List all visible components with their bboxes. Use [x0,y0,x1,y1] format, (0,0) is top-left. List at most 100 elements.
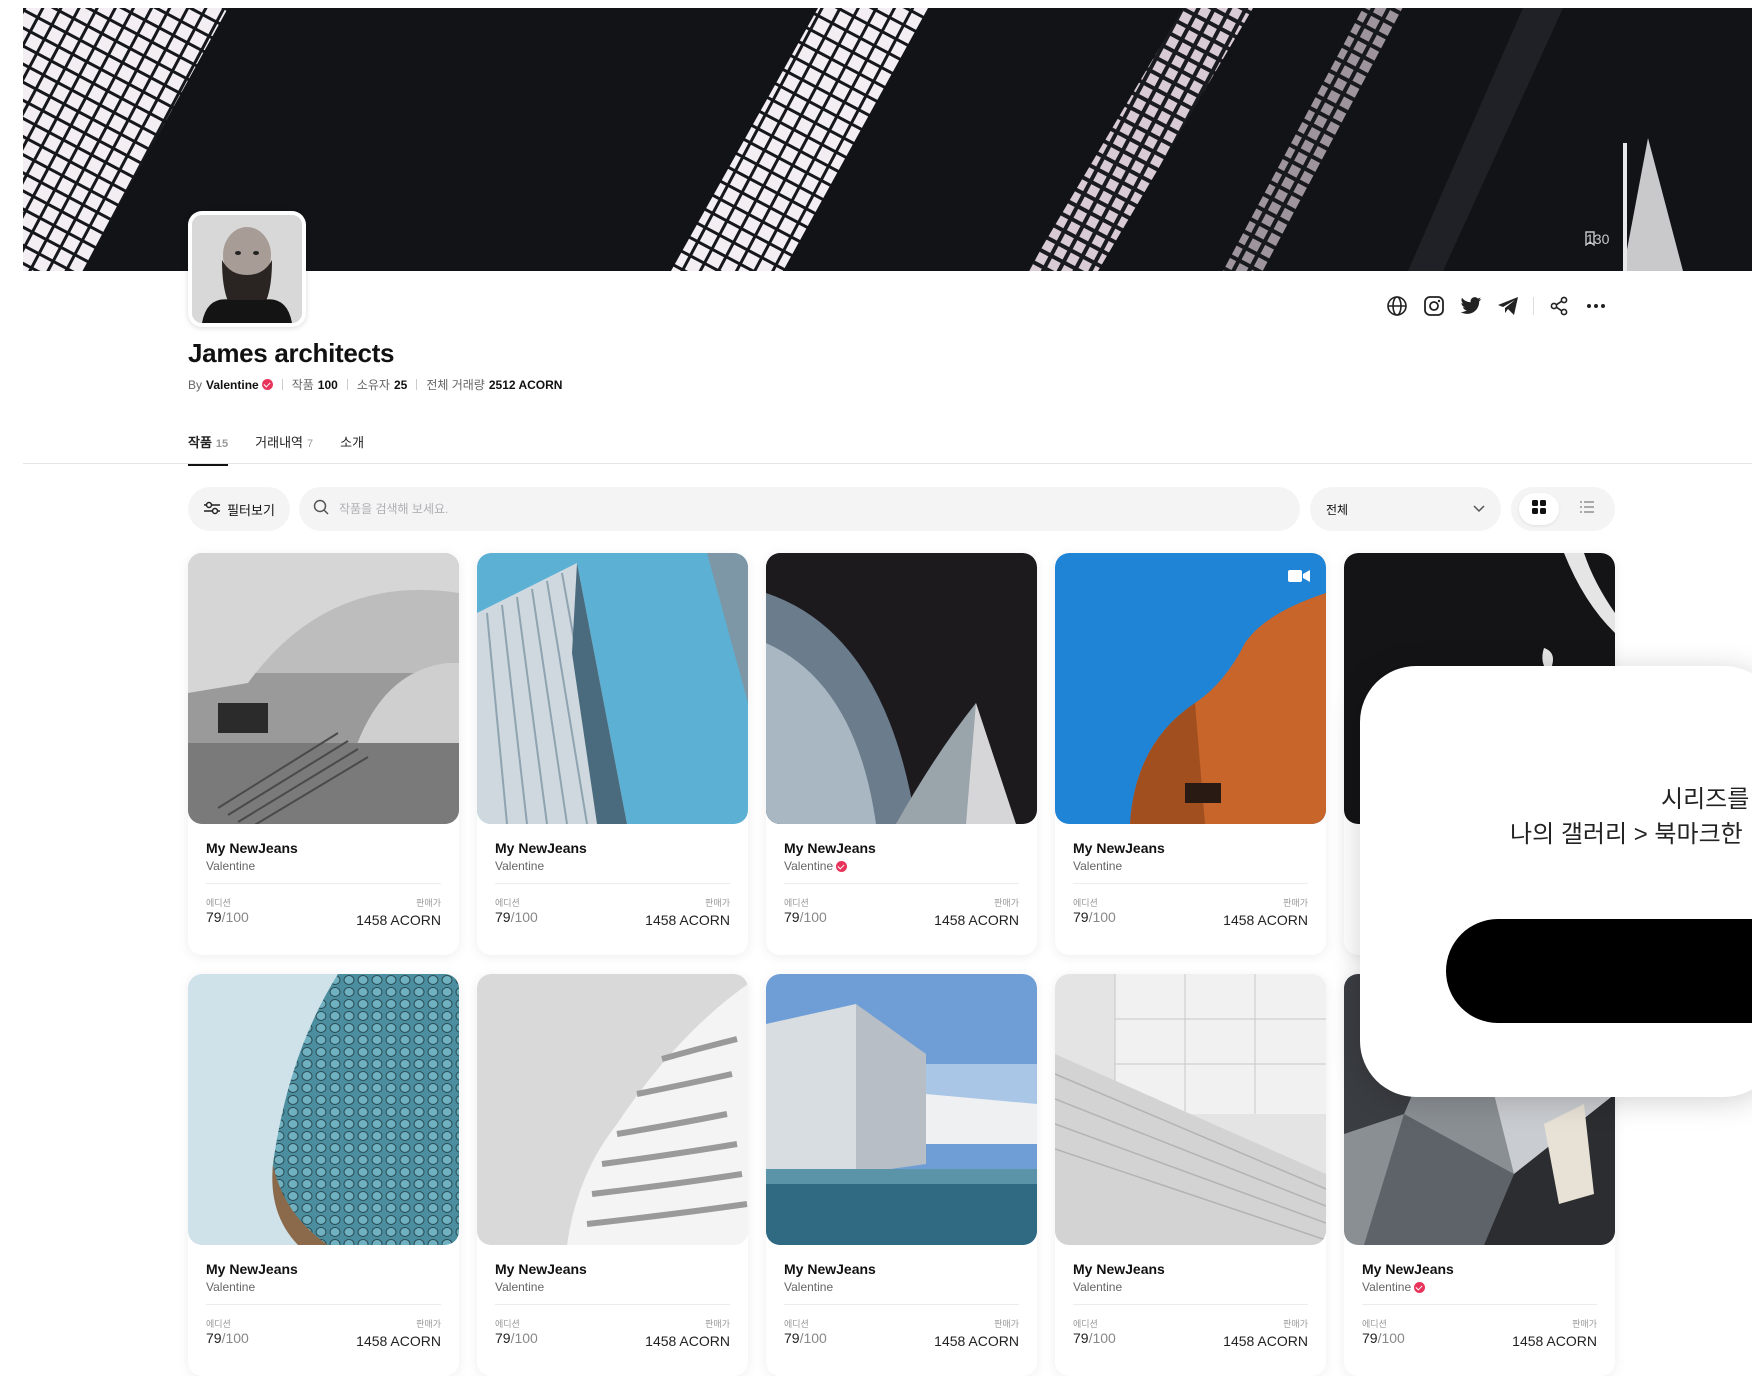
artist-name: Valentine [495,859,545,873]
card-title: My NewJeans [206,1261,298,1277]
search-input[interactable] [337,501,1241,517]
twitter-icon[interactable] [1459,294,1483,318]
works-count: 100 [317,377,338,392]
tab-divider [23,463,1752,464]
price-value: 1458 ACORN [645,1333,730,1349]
tab-count: 7 [307,438,314,450]
edition-label: 에디션 [1073,898,1098,908]
artist-name: Valentine [784,859,834,873]
artwork-card[interactable]: My NewJeans Valentine 에디션 판매가 79/100 145… [766,974,1037,1376]
card-title: My NewJeans [1073,840,1165,856]
card-title: My NewJeans [1362,1261,1454,1277]
price-label: 판매가 [705,898,730,908]
verified-badge-icon [261,379,273,390]
edition-label: 에디션 [206,898,231,908]
card-title: My NewJeans [784,840,876,856]
artist-name: Valentine [1362,1280,1412,1294]
card-title: My NewJeans [495,1261,587,1277]
price-value: 1458 ACORN [934,1333,1019,1349]
edition-value: 79/100 [784,1330,827,1346]
price-label: 판매가 [1283,1319,1308,1329]
price-label: 판매가 [1572,1319,1597,1329]
price-label: 판매가 [1283,898,1308,908]
artwork-card[interactable]: My NewJeans Valentine 에디션 판매가 79/100 145… [188,974,459,1376]
social-links [1385,294,1608,318]
grid-icon [1532,499,1546,519]
filter-label: 필터보기 [227,502,275,518]
edition-value: 79/100 [784,909,827,925]
artwork-card[interactable]: My NewJeans Valentine 에디션 판매가 79/100 145… [188,553,459,955]
grid-view-button[interactable] [1519,493,1559,525]
artwork-card[interactable]: My NewJeans Valentine 에디션 판매가 79/100 145… [1055,553,1326,955]
dialog-message-line-2: 나의 갤러리 > 북마크한 [1510,821,1743,848]
artist-name: Valentine [206,859,256,873]
tab-bar: 작품 15 거래내역 7 소개 [188,432,364,466]
price-label: 판매가 [994,898,1019,908]
edition-value: 79/100 [495,1330,538,1346]
telegram-icon[interactable] [1496,294,1520,318]
artist-name: Valentine [1073,1280,1123,1294]
card-title: My NewJeans [495,840,587,856]
share-icon[interactable] [1547,294,1571,318]
card-artist: Valentine [495,1280,544,1294]
filter-button[interactable]: 필터보기 [188,487,290,531]
artwork-image [1055,553,1326,824]
search-bar [299,487,1300,531]
price-value: 1458 ACORN [356,912,441,928]
globe-icon[interactable] [1385,294,1409,318]
dialog-message-line-1: 시리즈를 [1661,786,1750,813]
artwork-card[interactable]: My NewJeans Valentine 에디션 판매가 79/100 145… [1055,974,1326,1376]
tab-transactions[interactable]: 거래내역 7 [255,432,313,466]
price-value: 1458 ACORN [645,912,730,928]
volume-value: 2512 ACORN [488,377,563,392]
card-artist: Valentine [784,859,848,873]
owners-label: 소유자 [356,378,390,392]
artwork-image [766,553,1037,824]
dialog-confirm-button[interactable] [1446,919,1752,1023]
artist-name: Valentine [1073,859,1123,873]
tab-works[interactable]: 작품 15 [188,432,229,466]
card-artist: Valentine [206,859,255,873]
tab-about[interactable]: 소개 [340,432,364,466]
sort-select[interactable]: 전체 [1310,487,1501,531]
card-title: My NewJeans [784,1261,876,1277]
edition-value: 79/100 [1362,1330,1405,1346]
instagram-icon[interactable] [1422,294,1446,318]
creator-link[interactable]: Valentine [206,378,259,392]
bookmark-dialog: 시리즈를 나의 갤러리 > 북마크한 [1360,666,1752,1097]
more-icon[interactable] [1584,294,1608,318]
list-view-button[interactable] [1567,493,1607,525]
tab-label: 거래내역 [255,435,304,450]
tab-label: 작품 [188,435,212,450]
edition-value: 79/100 [206,1330,249,1346]
artist-name: Valentine [206,1280,256,1294]
edition-value: 79/100 [1073,909,1116,925]
artwork-card[interactable]: My NewJeans Valentine 에디션 판매가 79/100 145… [766,553,1037,955]
artist-name: Valentine [784,1280,834,1294]
price-value: 1458 ACORN [356,1333,441,1349]
works-label: 작품 [291,378,314,392]
card-artist: Valentine [1073,1280,1122,1294]
tab-label: 소개 [340,435,365,450]
edition-label: 에디션 [784,898,809,908]
avatar-photo [192,215,302,323]
edition-label: 에디션 [1073,1319,1098,1329]
card-artist: Valentine [206,1280,255,1294]
verified-badge-icon [1414,1281,1426,1293]
avatar[interactable] [188,211,306,327]
artwork-card[interactable]: My NewJeans Valentine 에디션 판매가 79/100 145… [477,553,748,955]
search-icon [313,499,329,520]
owners-count: 25 [393,377,408,392]
volume-label: 전체 거래량 [426,378,485,392]
by-label: By [188,377,203,392]
card-title: My NewJeans [206,840,298,856]
artwork-card[interactable]: My NewJeans Valentine 에디션 판매가 79/100 145… [477,974,748,1376]
card-title: My NewJeans [1073,1261,1165,1277]
edition-label: 에디션 [495,898,520,908]
select-value: 전체 [1326,502,1349,517]
view-toggle [1511,487,1615,531]
video-camera-icon [1288,569,1310,583]
card-artist: Valentine [1362,1280,1426,1294]
bookmark-count[interactable]: 130 [1583,231,1609,247]
tab-count: 15 [215,438,229,450]
